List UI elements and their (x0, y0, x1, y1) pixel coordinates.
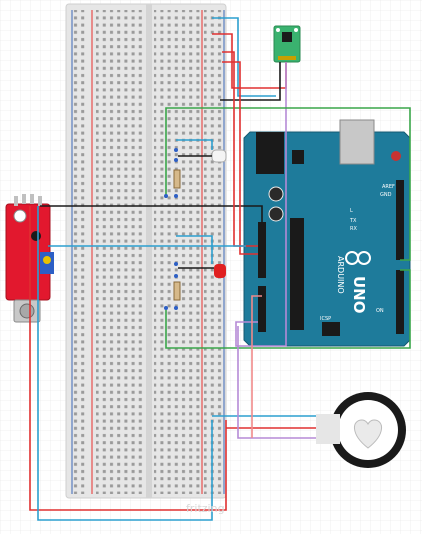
led-red (214, 264, 226, 278)
led-white (211, 149, 227, 163)
icsp-header (322, 322, 340, 336)
atmega-chip (290, 218, 304, 330)
digital-header-lower (396, 270, 404, 334)
arduino-uno-board: ICSP AREF GND L TX RX ON ARDUINO UNO (243, 119, 411, 347)
resistor-upper (173, 169, 181, 189)
reset-button (391, 151, 401, 161)
circuit-diagram: ICSP AREF GND L TX RX ON ARDUINO UNO fri… (0, 0, 422, 534)
power-jack (256, 132, 284, 174)
resistor-lower (173, 281, 181, 301)
terminal-strip-right (154, 10, 202, 494)
usb-connector (339, 119, 375, 165)
icsp-label: ICSP (320, 316, 331, 322)
uno-logo-text: UNO (350, 276, 368, 314)
l-label: L (350, 208, 353, 214)
tx-label: TX (349, 218, 357, 224)
arduino-brand-text: ARDUINO (336, 256, 345, 294)
fritzing-watermark: fritzing (186, 502, 225, 515)
breadboard (65, 3, 227, 499)
aref-label: AREF (382, 184, 395, 190)
accelerometer-module (273, 25, 301, 63)
circuit-canvas: ICSP AREF GND L TX RX ON ARDUINO UNO fri… (0, 0, 422, 534)
digital-header-upper (396, 180, 404, 260)
rx-label: RX (350, 226, 357, 232)
terminal-strip-left (96, 10, 144, 494)
gnd-label: GND (380, 192, 392, 198)
analog-header (258, 286, 266, 332)
on-label: ON (376, 308, 384, 314)
center-channel (146, 4, 152, 498)
